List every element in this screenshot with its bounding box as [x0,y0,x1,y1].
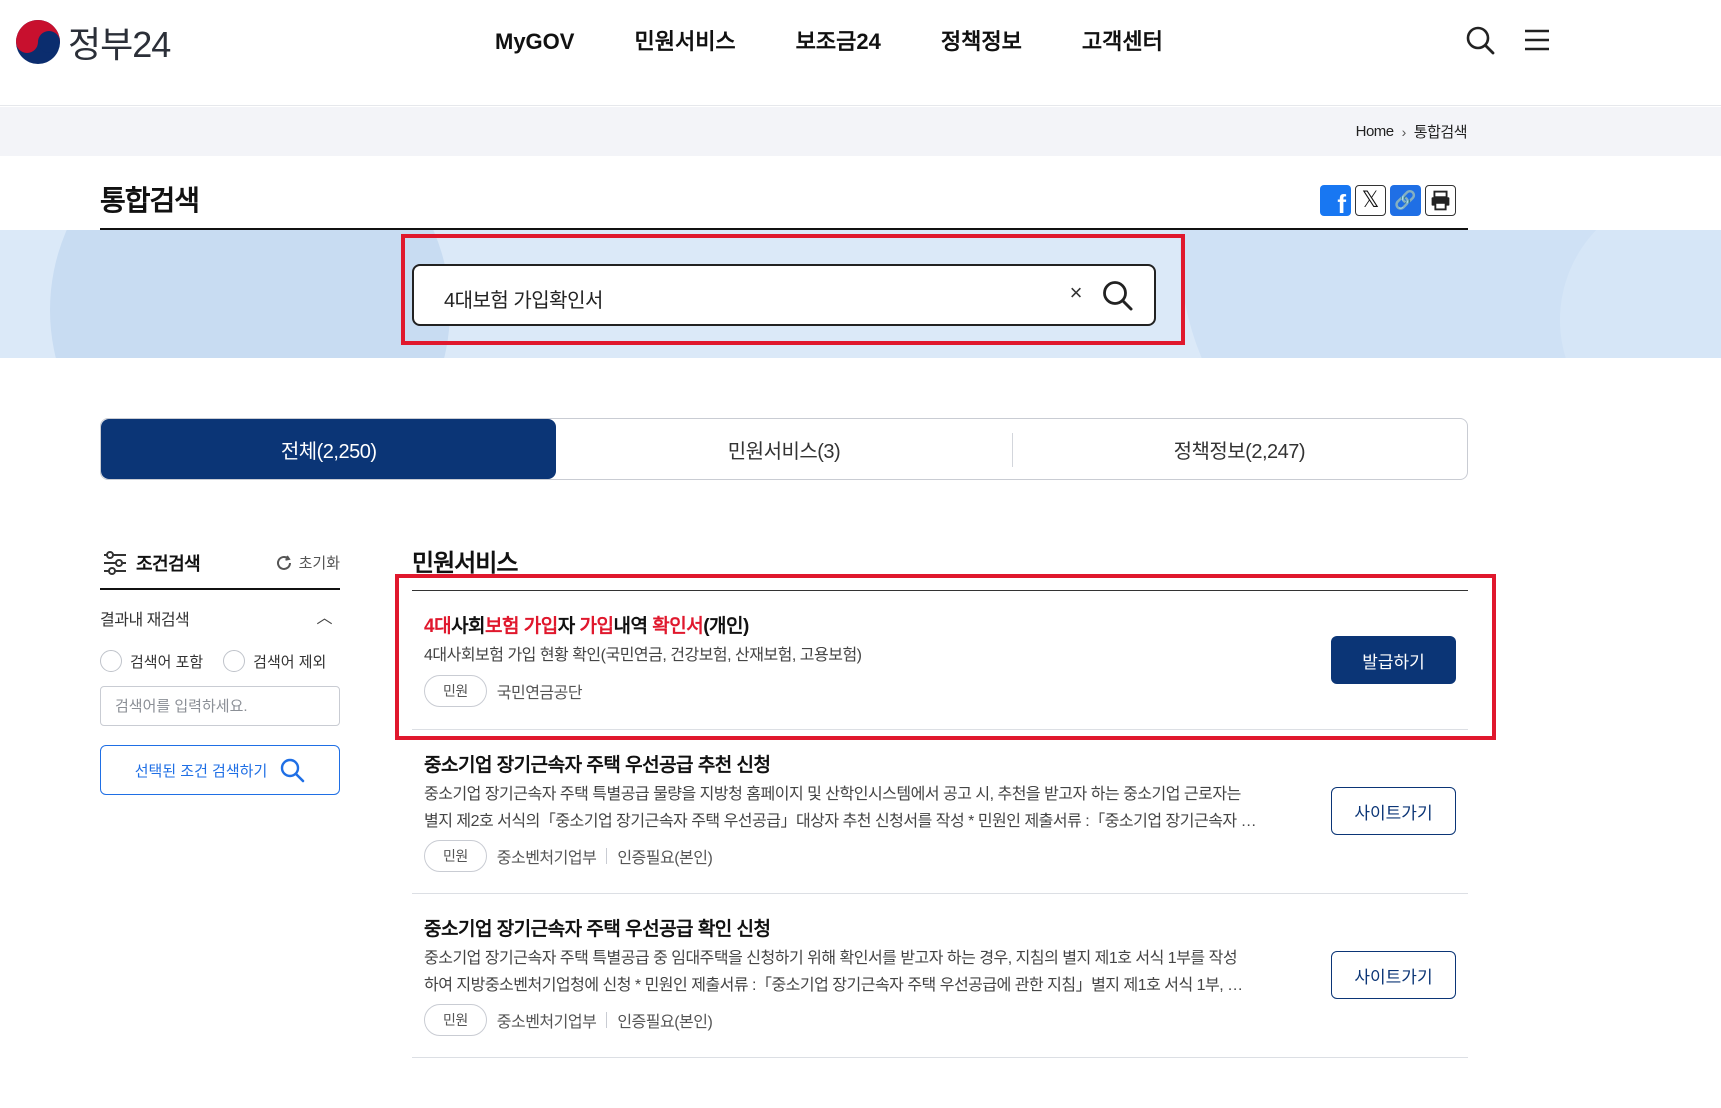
result-description-line2: 별지 제2호 서식의「중소기업 장기근속자 주택 우선공급」대상자 추천 신청서… [424,813,1257,830]
category-badge: 민원 [424,1004,487,1036]
filter-title: 조건검색 [136,554,201,574]
nav-policy-info[interactable]: 정책정보 [941,24,1022,60]
go-to-site-button[interactable]: 사이트가기 [1331,951,1456,999]
x-icon[interactable]: 𝕏 [1355,185,1386,216]
exclude-label: 검색어 제외 [253,653,327,671]
chevron-right-icon: › [1401,123,1407,140]
tab-civil-service[interactable]: 민원서비스(3) [556,419,1011,479]
breadcrumb: Home › 통합검색 [1356,121,1468,142]
result-description-line1: 중소기업 장기근속자 주택 특별공급 물량을 지방청 홈페이지 및 산학인시스템… [424,786,1241,803]
main-nav: MyGOV 민원서비스 보조금24 정책정보 고객센터 [495,24,1223,60]
result-auth: 인증필요(본인) [617,1014,713,1031]
global-header: 정부24 MyGOV 민원서비스 보조금24 정책정보 고객센터 [0,0,1721,106]
nav-customer-center[interactable]: 고객센터 [1082,24,1163,60]
include-label: 검색어 포함 [130,653,204,671]
link-icon[interactable]: 🔗 [1390,185,1421,216]
radio-exclude[interactable] [223,650,246,672]
gov24-logo[interactable]: 정부24 [16,20,171,65]
nav-civil-service[interactable]: 민원서비스 [634,24,735,60]
apply-filter-button[interactable]: 선택된 조건 검색하기 [100,745,340,795]
logo-text: 정부24 [68,24,171,65]
result-org: 중소벤처기업부 [496,850,597,867]
radio-include[interactable] [100,650,122,672]
filter-header: 조건검색 초기화 [100,548,340,590]
refine-section-toggle[interactable]: 결과내 재검색 ︿ [100,606,340,630]
result-meta: 민원 중소벤처기업부 인증필요(본인) [424,1004,713,1036]
result-description-line1: 중소기업 장기근속자 주택 특별공급 중 임대주택을 신청하기 위해 확인서를 … [424,950,1238,967]
nav-subsidy24[interactable]: 보조금24 [796,24,881,60]
breadcrumb-band: Home › 통합검색 [0,107,1721,156]
reset-label: 초기화 [298,555,340,572]
result-tabs: 전체(2,250) 민원서비스(3) 정책정보(2,247) [100,418,1468,480]
result-highlight-frame [395,574,1496,740]
search-icon [281,758,305,783]
meta-divider [606,848,608,864]
print-icon[interactable] [1425,185,1456,216]
results-section-title: 민원서비스 [412,550,518,577]
refine-options: 검색어 포함 검색어 제외 [100,650,326,672]
chevron-up-icon: ︿ [316,610,332,627]
nav-mygov[interactable]: MyGOV [495,24,574,60]
breadcrumb-home[interactable]: Home [1356,123,1395,140]
refresh-icon [276,554,291,570]
page-title: 통합검색 [100,185,200,216]
result-item: 중소기업 장기근속자 주택 우선공급 추천 신청 중소기업 장기근속자 주택 특… [412,730,1468,894]
tab-all[interactable]: 전체(2,250) [101,419,557,479]
clear-icon[interactable]: × [1064,280,1088,306]
result-auth: 인증필요(본인) [617,850,713,867]
result-org: 중소벤처기업부 [496,1014,597,1031]
search-submit-icon[interactable] [1100,278,1134,312]
apply-filter-label: 선택된 조건 검색하기 [134,762,268,780]
taegeuk-logo-icon [16,20,60,64]
search-input[interactable]: 4대보험 가입확인서 × [412,264,1156,326]
menu-icon[interactable] [1521,24,1553,56]
go-to-site-button[interactable]: 사이트가기 [1331,787,1456,835]
exclude-option[interactable]: 검색어 제외 [223,650,326,672]
search-value[interactable]: 4대보험 가입확인서 [444,284,603,313]
result-description-line2: 하여 지방중소벤처기업청에 신청 * 민원인 제출서류 :「중소기업 장기근속자… [424,977,1243,994]
search-icon[interactable] [1464,24,1496,56]
filter-sliders-icon [104,551,126,575]
category-badge: 민원 [424,840,487,872]
result-title[interactable]: 중소기업 장기근속자 주택 우선공급 추천 신청 [424,750,771,777]
facebook-icon[interactable]: f [1320,185,1351,216]
tab-policy-info[interactable]: 정책정보(2,247) [1011,419,1467,479]
meta-divider [606,1012,608,1028]
result-title[interactable]: 중소기업 장기근속자 주택 우선공급 확인 신청 [424,914,771,941]
result-item: 중소기업 장기근속자 주택 우선공급 확인 신청 중소기업 장기근속자 주택 특… [412,894,1468,1058]
refine-title: 결과내 재검색 [100,612,190,629]
breadcrumb-current: 통합검색 [1413,124,1468,141]
refine-search-input[interactable] [100,686,340,726]
include-option[interactable]: 검색어 포함 [100,650,203,672]
result-meta: 민원 중소벤처기업부 인증필요(본인) [424,840,713,872]
reset-button[interactable]: 초기화 [275,552,340,573]
